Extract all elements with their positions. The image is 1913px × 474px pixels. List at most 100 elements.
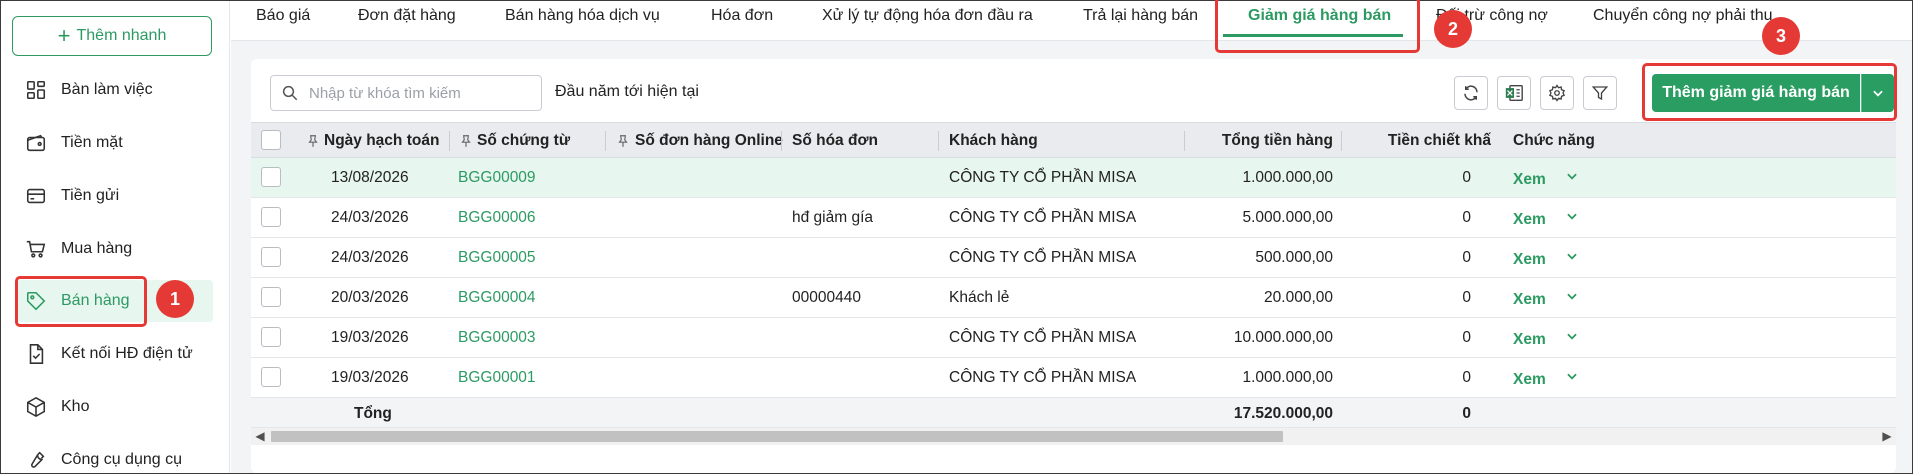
column-header-actions: Chức năng: [1513, 132, 1595, 149]
row-checkbox[interactable]: [261, 247, 281, 267]
cell-doc-link[interactable]: BGG00003: [458, 329, 536, 347]
sidebar-item-tools[interactable]: Công cụ dụng cụ: [17, 439, 213, 474]
sidebar: + Thêm nhanh Bàn làm việc Tiền mặt Tiền …: [1, 1, 230, 473]
sidebar-item-einvoice[interactable]: Kết nối HĐ điện tử: [17, 333, 213, 375]
chevron-down-icon: [1873, 90, 1883, 97]
period-filter[interactable]: Đầu năm tới hiện tại: [555, 83, 699, 101]
cell-date: 19/03/2026: [331, 369, 409, 386]
sidebar-item-deposit[interactable]: Tiền gửi: [17, 175, 213, 217]
column-header-discount[interactable]: Tiền chiết khấ: [1351, 132, 1491, 150]
scroll-thumb[interactable]: [271, 431, 1283, 442]
view-link[interactable]: Xem: [1513, 371, 1546, 389]
column-divider[interactable]: [449, 131, 450, 151]
column-header-doc-no[interactable]: Số chứng từ: [477, 132, 570, 150]
select-all-checkbox[interactable]: [261, 130, 281, 150]
chevron-down-icon[interactable]: [1565, 289, 1579, 303]
highlight-box-tab: [1215, 0, 1420, 53]
quick-add-button[interactable]: + Thêm nhanh: [12, 16, 212, 56]
column-header-total[interactable]: Tổng tiền hàng: [1192, 132, 1333, 150]
tab-auto-invoice[interactable]: Xử lý tự động hóa đơn đầu ra: [822, 7, 1033, 25]
filter-button[interactable]: [1583, 76, 1617, 110]
column-divider[interactable]: [1341, 131, 1342, 151]
quick-add-label: Thêm nhanh: [76, 27, 167, 44]
pin-icon[interactable]: [459, 134, 473, 148]
search-input[interactable]: [309, 84, 529, 102]
chevron-down-icon[interactable]: [1565, 209, 1579, 223]
chevron-down-icon[interactable]: [1565, 169, 1579, 183]
column-divider[interactable]: [781, 131, 782, 151]
cell-discount: 0: [1462, 169, 1471, 186]
scroll-right-icon[interactable]: ▶: [1878, 428, 1896, 445]
view-link[interactable]: Xem: [1513, 251, 1546, 269]
settings-button[interactable]: [1540, 76, 1574, 110]
pin-icon[interactable]: [306, 134, 320, 148]
footer-total: 17.520.000,00: [1233, 405, 1333, 422]
tab-quotation[interactable]: Báo giá: [256, 7, 310, 25]
cell-doc-link[interactable]: BGG00009: [458, 169, 536, 187]
row-checkbox[interactable]: [261, 207, 281, 227]
row-checkbox[interactable]: [261, 367, 281, 387]
cell-invoice: 00000440: [792, 289, 861, 306]
column-divider[interactable]: [938, 131, 939, 151]
highlight-box-sales: [15, 276, 147, 327]
cell-total: 1.000.000,00: [1242, 169, 1333, 186]
sidebar-item-purchase[interactable]: Mua hàng: [17, 228, 213, 270]
sidebar-item-label: Tiền mặt: [61, 134, 123, 151]
sidebar-item-cash[interactable]: Tiền mặt: [17, 122, 213, 164]
cell-invoice: hđ giảm gía: [792, 209, 873, 226]
cell-customer: Khách lẻ: [949, 289, 1010, 306]
column-header-customer[interactable]: Khách hàng: [949, 132, 1038, 150]
pin-icon[interactable]: [616, 134, 630, 148]
cell-doc-link[interactable]: BGG00004: [458, 289, 536, 307]
row-checkbox[interactable]: [261, 287, 281, 307]
column-divider[interactable]: [1184, 131, 1185, 151]
cell-customer: CÔNG TY CỔ PHẦN MISA: [949, 169, 1137, 186]
view-link[interactable]: Xem: [1513, 291, 1546, 309]
add-dropdown-button[interactable]: [1861, 74, 1894, 112]
dashboard-icon: [26, 80, 46, 100]
view-link[interactable]: Xem: [1513, 171, 1546, 189]
tab-sales-services[interactable]: Bán hàng hóa dịch vụ: [505, 7, 660, 25]
wrench-icon: [31, 451, 45, 468]
column-divider[interactable]: [605, 131, 606, 151]
column-header-date[interactable]: Ngày hạch toán: [324, 132, 439, 150]
sidebar-item-dashboard[interactable]: Bàn làm việc: [17, 69, 213, 111]
cell-discount: 0: [1462, 369, 1471, 386]
tab-bar: Báo giá Đơn đặt hàng Bán hàng hóa dịch v…: [231, 1, 1912, 41]
search-box[interactable]: [270, 75, 542, 111]
column-header-online-order[interactable]: Số đơn hàng Online: [635, 132, 783, 150]
filter-icon: [1591, 86, 1609, 101]
column-header-invoice-no[interactable]: Số hóa đơn: [792, 132, 878, 150]
cell-discount: 0: [1462, 249, 1471, 266]
row-checkbox[interactable]: [261, 167, 281, 187]
table-row[interactable]: 13/08/2026 BGG00009 CÔNG TY CỔ PHẦN MISA…: [251, 158, 1896, 198]
cell-discount: 0: [1462, 209, 1471, 226]
tab-debt-transfer[interactable]: Chuyển công nợ phải thu: [1593, 7, 1773, 25]
table-row[interactable]: 24/03/2026 BGG00005 CÔNG TY CỔ PHẦN MISA…: [251, 238, 1896, 278]
add-sales-discount-button[interactable]: Thêm giảm giá hàng bán: [1652, 74, 1860, 112]
chevron-down-icon[interactable]: [1565, 249, 1579, 263]
chevron-down-icon[interactable]: [1565, 329, 1579, 343]
table-row[interactable]: 20/03/2026 BGG00004 00000440 Khách lẻ 20…: [251, 278, 1896, 318]
export-excel-button[interactable]: [1497, 76, 1531, 110]
table-row[interactable]: 19/03/2026 BGG00001 CÔNG TY CỔ PHẦN MISA…: [251, 358, 1896, 398]
tab-sales-return[interactable]: Trả lại hàng bán: [1083, 7, 1198, 25]
sidebar-item-label: Tiền gửi: [61, 187, 120, 204]
sidebar-item-inventory[interactable]: Kho: [17, 386, 213, 428]
chevron-down-icon[interactable]: [1565, 369, 1579, 383]
table-row[interactable]: 24/03/2026 BGG00006 hđ giảm gía CÔNG TY …: [251, 198, 1896, 238]
scroll-left-icon[interactable]: ◀: [251, 428, 269, 445]
row-checkbox[interactable]: [261, 327, 281, 347]
tab-sales-order[interactable]: Đơn đặt hàng: [358, 7, 456, 25]
table-row[interactable]: 19/03/2026 BGG00003 CÔNG TY CỔ PHẦN MISA…: [251, 318, 1896, 358]
view-link[interactable]: Xem: [1513, 331, 1546, 349]
tab-invoice[interactable]: Hóa đơn: [711, 7, 773, 25]
refresh-button[interactable]: [1454, 76, 1488, 110]
view-link[interactable]: Xem: [1513, 211, 1546, 229]
horizontal-scrollbar[interactable]: ◀ ▶: [251, 428, 1896, 445]
cell-doc-link[interactable]: BGG00005: [458, 249, 536, 267]
sidebar-item-label: Công cụ dụng cụ: [61, 451, 182, 468]
cell-doc-link[interactable]: BGG00006: [458, 209, 536, 227]
cell-doc-link[interactable]: BGG00001: [458, 369, 536, 387]
excel-icon: [1505, 84, 1523, 102]
